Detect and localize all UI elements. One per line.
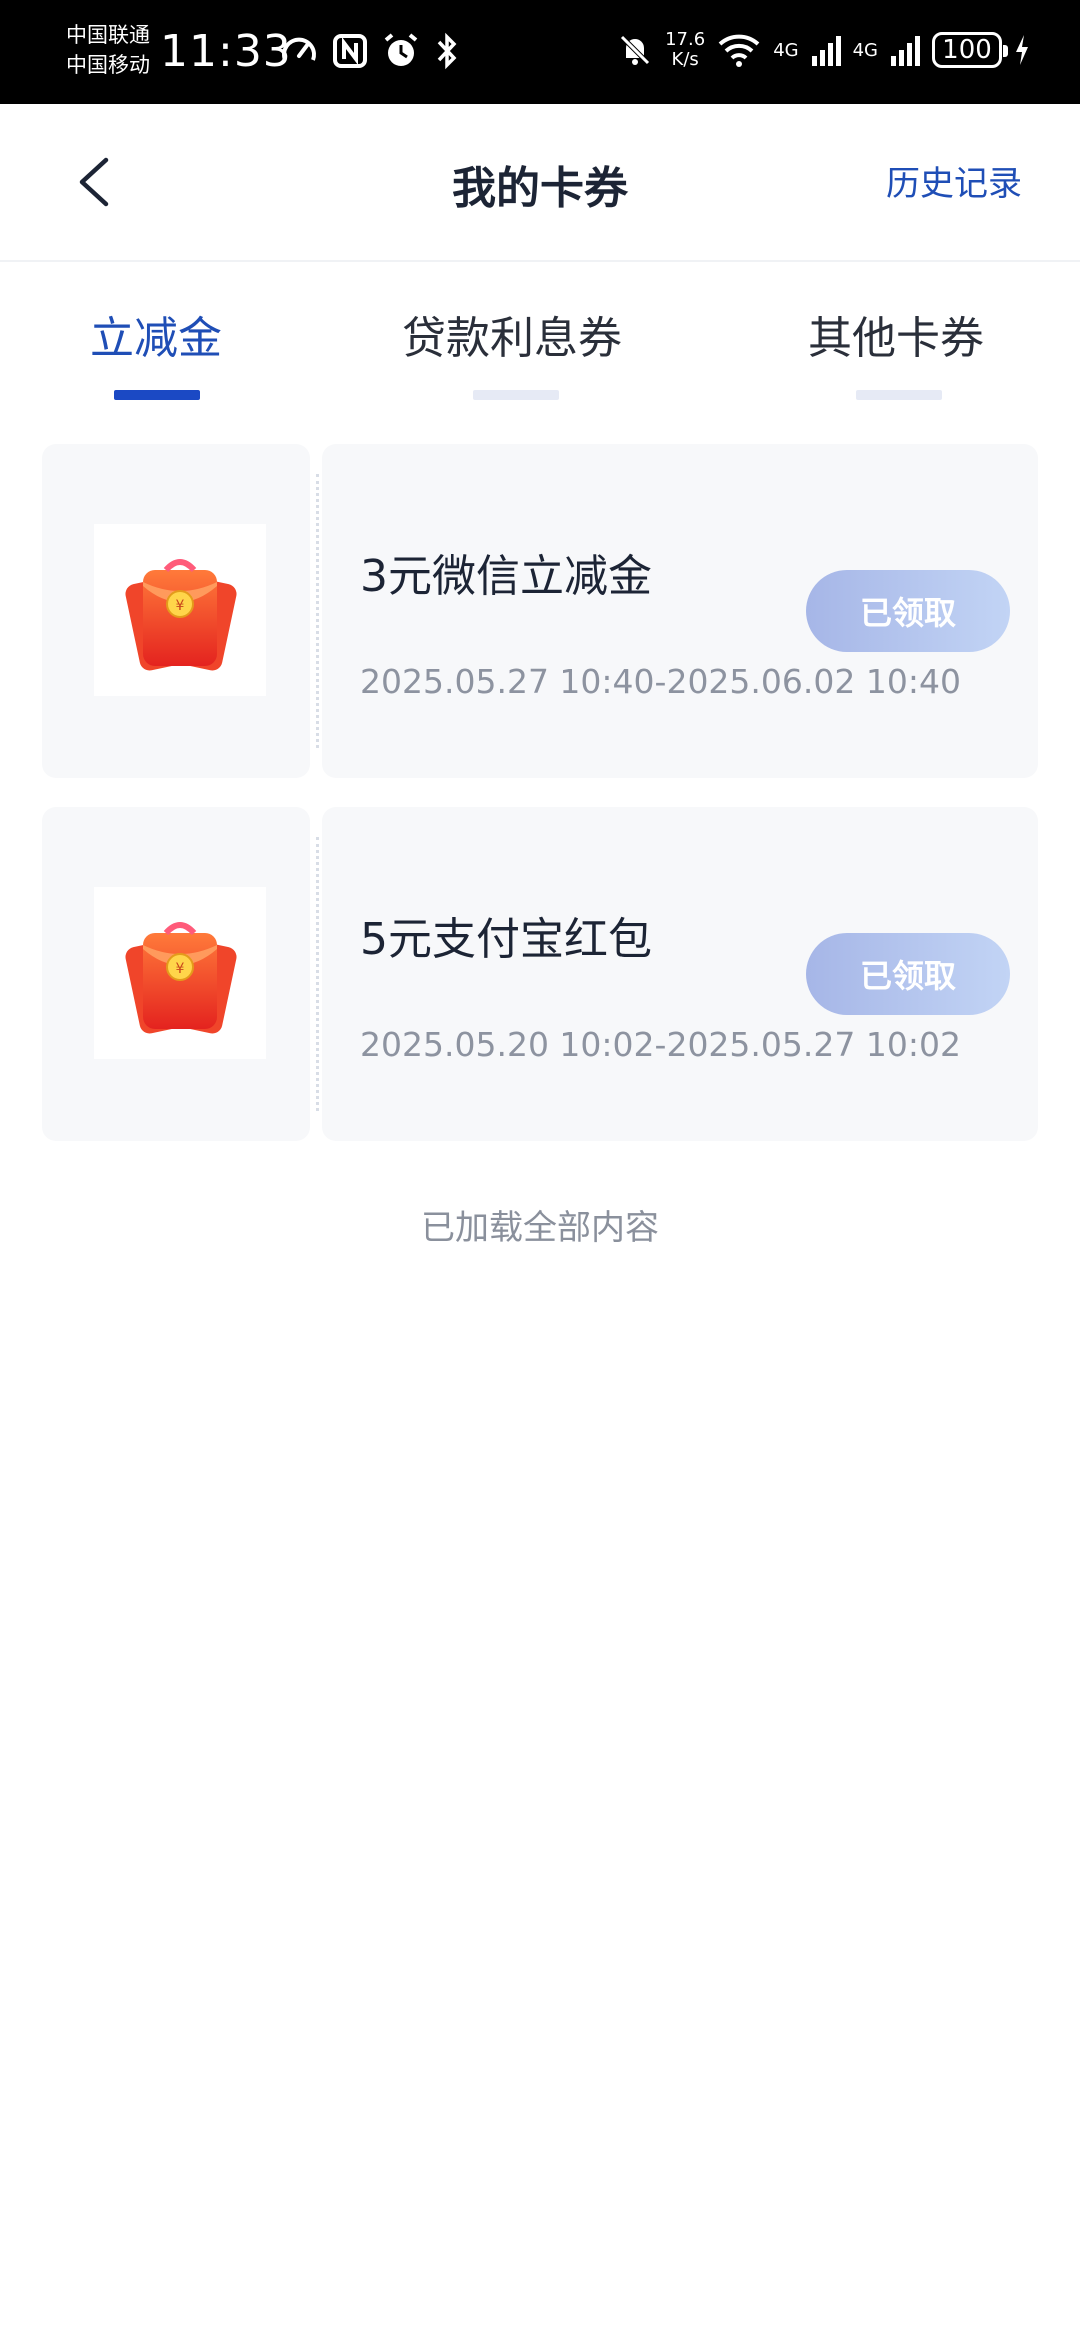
coupon-image: ¥ [94,524,266,696]
coupon-card[interactable]: ¥ 5元支付宝红包 2025.05.20 10:02-2025.05.27 10… [42,807,1038,1141]
status-time: 11:33 [160,26,292,77]
claimed-button[interactable]: 已领取 [806,570,1010,652]
charging-icon [1016,35,1028,65]
tab-instant-discount[interactable]: 立减金 [90,302,222,366]
carrier-1: 中国联通 [66,23,150,47]
coupon-name: 5元支付宝红包 [360,914,652,965]
tab-indicator [856,390,942,400]
alarm-icon [384,33,418,66]
nfc-icon [333,34,367,68]
coupon-image: ¥ [94,887,266,1059]
mute-bell-icon [620,35,650,65]
network-type-1: 4G [773,39,799,61]
coupon-divider [316,474,319,748]
speedometer-icon [282,37,316,61]
claimed-button[interactable]: 已领取 [806,933,1010,1015]
tab-loan-interest-coupon[interactable]: 贷款利息券 [402,302,622,366]
signal-2-icon [891,36,920,66]
signal-1-icon [811,36,841,66]
wifi-icon [718,34,760,67]
coupon-validity: 2025.05.20 10:02-2025.05.27 10:02 [360,1025,961,1064]
battery-indicator: 100 [932,32,1008,68]
tab-indicator-active [114,390,200,400]
svg-text:¥: ¥ [176,961,185,977]
status-left-icons [280,32,460,70]
coupon-name: 3元微信立减金 [360,551,652,602]
svg-text:¥: ¥ [176,598,185,614]
status-bar: 中国联通 中国移动 11:33 17.6 K/s 4G 4G 100 [0,0,1080,104]
bluetooth-icon [437,32,457,70]
network-speed-value: 17.6 [665,29,706,50]
history-link[interactable]: 历史记录 [886,156,1022,205]
coupon-divider [316,837,319,1111]
all-loaded-text: 已加载全部内容 [421,1208,659,1248]
tab-indicator [473,390,559,400]
network-type-2: 4G [852,39,878,61]
coupon-card[interactable]: ¥ 3元微信立减金 2025.05.27 10:40-2025.06.02 10… [42,444,1038,778]
network-speed-unit: K/s [671,49,699,70]
red-envelope-icon: ¥ [125,559,237,671]
red-envelope-icon: ¥ [125,922,237,1034]
status-right-icons: 17.6 K/s 4G 4G 100 [617,30,1030,70]
carrier-2: 中国移动 [66,53,150,77]
tab-other-coupons[interactable]: 其他卡券 [808,302,984,366]
coupon-validity: 2025.05.27 10:40-2025.06.02 10:40 [360,662,961,701]
carrier-names: 中国联通 中国移动 [66,20,150,80]
top-nav-bar: 我的卡券 历史记录 [0,104,1080,262]
network-speed: 17.6 K/s [665,30,705,70]
coupon-tabs: 立减金 贷款利息券 其他卡券 [0,262,1080,402]
